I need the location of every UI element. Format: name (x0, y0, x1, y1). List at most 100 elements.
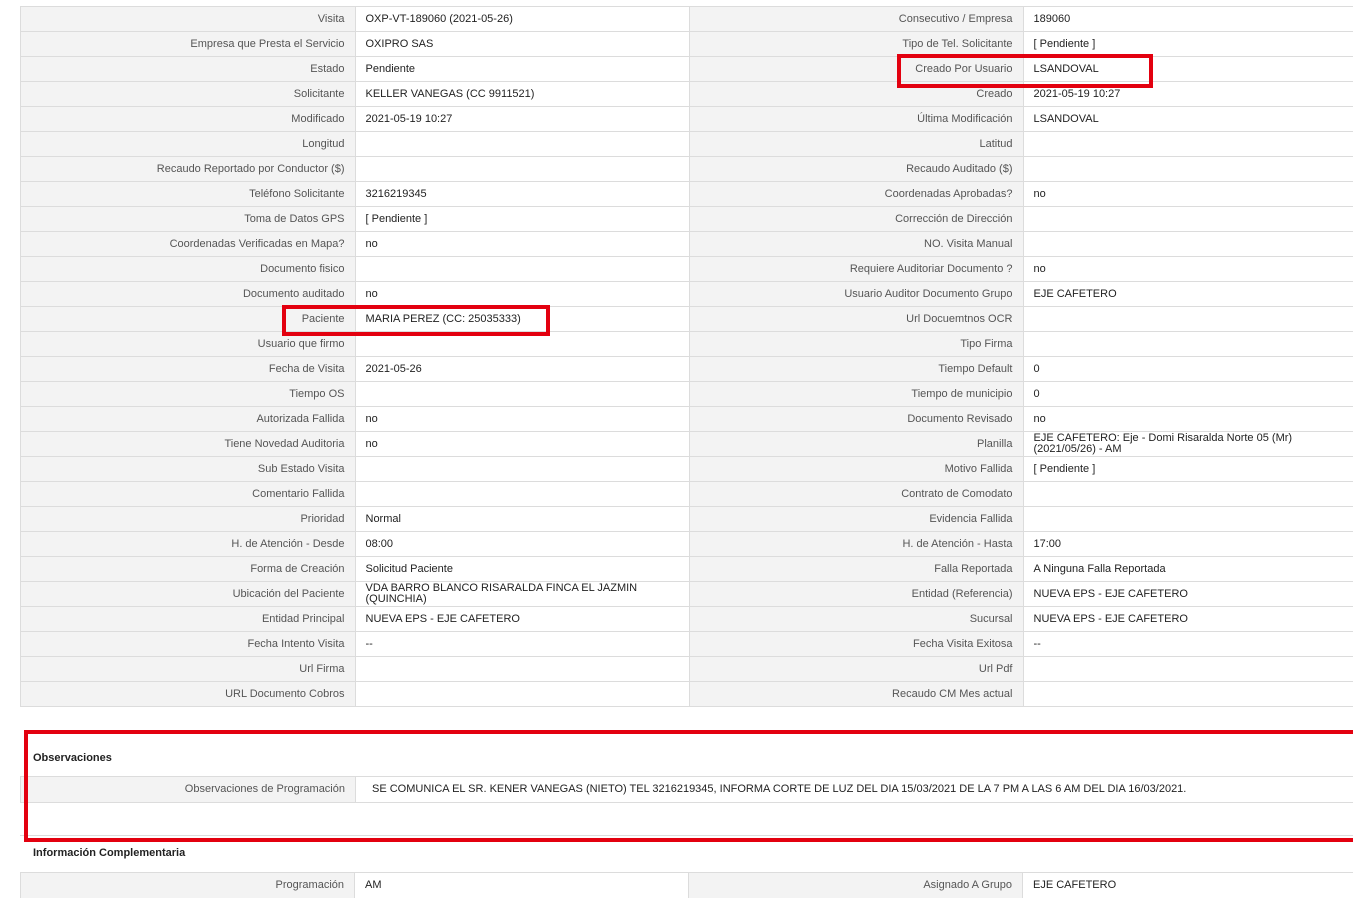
field-label: Toma de Datos GPS (21, 206, 356, 232)
complementaria-section: Programación AM Asignado A Grupo EJE CAF… (20, 872, 1353, 898)
field-value (355, 381, 690, 407)
field-value: MARIA PEREZ (CC: 25035333) (355, 306, 690, 332)
detail-row: Tiempo OS Tiempo de municipio 0 (21, 381, 1353, 407)
field-label: Solicitante (21, 81, 356, 107)
field-label: Sub Estado Visita (21, 456, 356, 482)
field-label: Url Docuemtnos OCR (689, 306, 1024, 332)
field-value: OXP-VT-189060 (2021-05-26) (355, 6, 690, 32)
field-label: Planilla (689, 431, 1024, 457)
field-label: Coordenadas Aprobadas? (689, 181, 1024, 207)
observaciones-empty-row (20, 803, 1353, 836)
visit-detail-grid: Visita OXP-VT-189060 (2021-05-26) Consecut… (20, 6, 1353, 707)
field-label: Teléfono Solicitante (21, 181, 356, 207)
field-label: Tiempo de municipio (689, 381, 1024, 407)
asignado-grupo-label: Asignado A Grupo (689, 873, 1023, 898)
detail-row: Teléfono Solicitante 3216219345 Coordenada… (21, 181, 1353, 207)
field-label: Entidad (Referencia) (689, 581, 1024, 607)
field-label: Documento fisico (21, 256, 356, 282)
field-label: H. de Atención - Desde (21, 531, 356, 557)
detail-row: Comentario Fallida Contrato de Comodato (21, 481, 1353, 507)
field-label: Paciente (21, 306, 356, 332)
field-label: Autorizada Fallida (21, 406, 356, 432)
detail-row: Recaudo Reportado por Conductor ($) Recau… (21, 156, 1353, 182)
field-value: KELLER VANEGAS (CC 9911521) (355, 81, 690, 107)
field-value (355, 331, 690, 357)
detail-row: Autorizada Fallida no Documento Revisado … (21, 406, 1353, 432)
field-label: Latitud (689, 131, 1024, 157)
field-label: Modificado (21, 106, 356, 132)
detail-row: Usuario que firmo Tipo Firma (21, 331, 1353, 357)
field-label: Url Firma (21, 656, 356, 682)
field-label: NO. Visita Manual (689, 231, 1024, 257)
field-label: Estado (21, 56, 356, 82)
field-value: -- (355, 631, 690, 657)
asignado-grupo-value: EJE CAFETERO (1033, 879, 1117, 891)
complementaria-row: Programación AM Asignado A Grupo EJE CAF… (20, 872, 1353, 898)
field-value (355, 156, 690, 182)
programacion-label: Programación (20, 873, 355, 898)
field-value: 189060 (1023, 6, 1353, 32)
field-label: Requiere Auditoriar Documento ? (689, 256, 1024, 282)
observaciones-label: Observaciones de Programación (20, 777, 356, 802)
field-value: -- (1023, 631, 1353, 657)
field-value: 3216219345 (355, 181, 690, 207)
field-label: Documento auditado (21, 281, 356, 307)
field-value: [ Pendiente ] (1023, 456, 1353, 482)
detail-row: Documento fisico Requiere Auditoriar Docu… (21, 256, 1353, 282)
field-label: Motivo Fallida (689, 456, 1024, 482)
detail-row: Url Firma Url Pdf (21, 656, 1353, 682)
detail-row: Empresa que Presta el Servicio OXIPRO SAS… (21, 31, 1353, 57)
field-value: no (1023, 406, 1353, 432)
field-label: Longitud (21, 131, 356, 157)
complementaria-title: Información Complementaria (33, 847, 186, 859)
field-label: Sucursal (689, 606, 1024, 632)
field-value (1023, 331, 1353, 357)
field-value: NUEVA EPS - EJE CAFETERO (1023, 581, 1353, 607)
detail-row: Forma de Creación Solicitud Paciente Falla… (21, 556, 1353, 582)
field-label: Ubicación del Paciente (21, 581, 356, 607)
detail-row: Fecha Intento Visita -- Fecha Visita Exit… (21, 631, 1353, 657)
field-label: Fecha Visita Exitosa (689, 631, 1024, 657)
detail-row: Estado Pendiente Creado Por Usuario LSANDOV… (21, 56, 1353, 82)
field-label: H. de Atención - Hasta (689, 531, 1024, 557)
field-value: 0 (1023, 381, 1353, 407)
detail-row: Documento auditado no Usuario Auditor Doc… (21, 281, 1353, 307)
programacion-value: AM (355, 873, 689, 898)
field-value: no (1023, 181, 1353, 207)
field-value (1023, 131, 1353, 157)
field-value: 0 (1023, 356, 1353, 382)
field-label: Contrato de Comodato (689, 481, 1024, 507)
field-label: Documento Revisado (689, 406, 1024, 432)
field-label: Usuario que firmo (21, 331, 356, 357)
field-label: Forma de Creación (21, 556, 356, 582)
visit-detail-table: Visita OXP-VT-189060 (2021-05-26) Consecut… (21, 6, 1353, 707)
observaciones-value: SE COMUNICA EL SR. KENER VANEGAS (NIETO)… (372, 783, 1187, 795)
detail-row: Coordenadas Verificadas en Mapa? no NO. V… (21, 231, 1353, 257)
field-value: EJE CAFETERO (1023, 281, 1353, 307)
field-value: no (1023, 256, 1353, 282)
field-value (355, 681, 690, 707)
detail-row: H. de Atención - Desde 08:00 H. de Atenció… (21, 531, 1353, 557)
field-label: Falla Reportada (689, 556, 1024, 582)
field-value (1023, 506, 1353, 532)
detail-row: Longitud Latitud (21, 131, 1353, 157)
field-label: Tiempo Default (689, 356, 1024, 382)
field-label: Empresa que Presta el Servicio (21, 31, 356, 57)
field-value: A Ninguna Falla Reportada (1023, 556, 1353, 582)
field-value (1023, 231, 1353, 257)
field-value: 2021-05-19 10:27 (355, 106, 690, 132)
field-value: Solicitud Paciente (355, 556, 690, 582)
field-value (355, 256, 690, 282)
field-label: Usuario Auditor Documento Grupo (689, 281, 1024, 307)
observaciones-section: Observaciones de Programación SE COMUNIC… (20, 776, 1353, 836)
field-value: NUEVA EPS - EJE CAFETERO (355, 606, 690, 632)
field-label: Entidad Principal (21, 606, 356, 632)
detail-row: Toma de Datos GPS[ Pendiente ] Corrección… (21, 206, 1353, 232)
field-value (1023, 306, 1353, 332)
field-label: Consecutivo / Empresa (689, 6, 1024, 32)
field-value: 2021-05-26 (355, 356, 690, 382)
field-value: 2021-05-19 10:27 (1023, 81, 1353, 107)
field-value: EJE CAFETERO: Eje - Domi Risaralda Norte… (1023, 431, 1353, 457)
field-value: no (355, 231, 690, 257)
observaciones-row: Observaciones de Programación SE COMUNIC… (20, 776, 1353, 803)
